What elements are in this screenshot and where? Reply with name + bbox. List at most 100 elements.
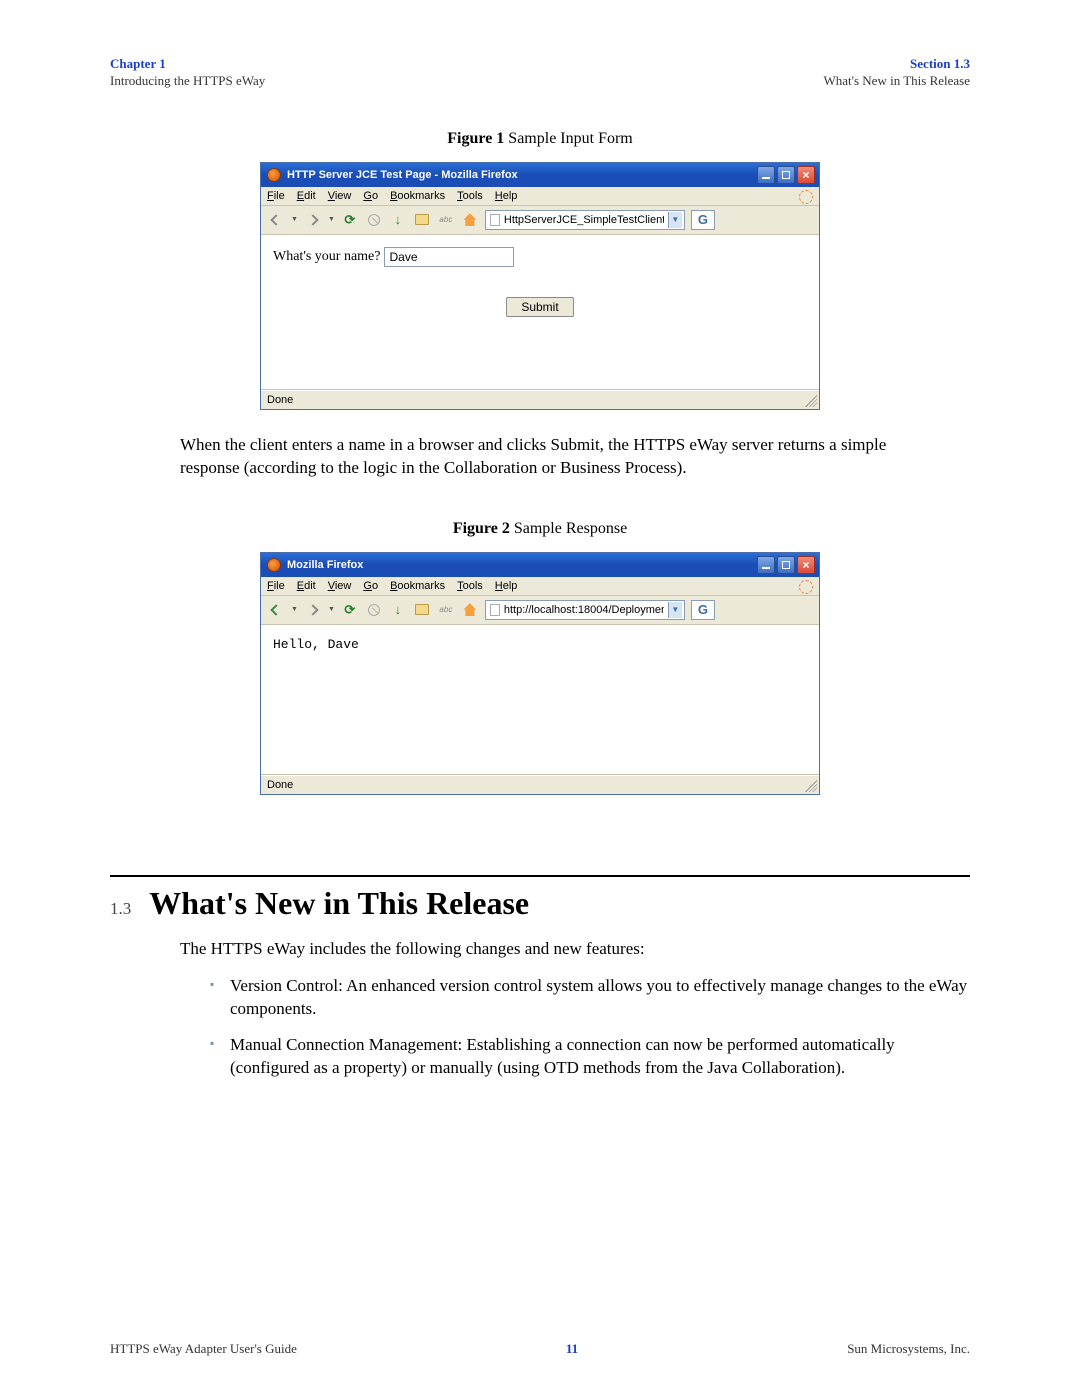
- back-button[interactable]: [267, 211, 285, 229]
- section-subtitle: What's New in This Release: [823, 73, 970, 90]
- toolbar-2: ▼ ▼ ⟳ ↓ abc http://localhost:18004/Deplo…: [261, 596, 819, 625]
- spellcheck-button[interactable]: abc: [437, 601, 455, 619]
- resize-grip-icon[interactable]: [805, 395, 817, 407]
- firefox-icon: [267, 168, 281, 182]
- chapter-label: Chapter 1: [110, 56, 265, 73]
- firefox-window-2: Mozilla Firefox × File Edit View Go Book…: [260, 552, 820, 795]
- figure1-caption-bold: Figure 1: [447, 130, 504, 147]
- stop-button[interactable]: [365, 211, 383, 229]
- menu-bookmarks[interactable]: Bookmarks: [390, 190, 445, 202]
- downloads-button[interactable]: ↓: [389, 211, 407, 229]
- minimize-button[interactable]: [757, 556, 775, 574]
- section-label: Section 1.3: [823, 56, 970, 73]
- maximize-button[interactable]: [777, 166, 795, 184]
- menu-help[interactable]: Help: [495, 580, 518, 592]
- chapter-subtitle: Introducing the HTTPS eWay: [110, 73, 265, 90]
- titlebar[interactable]: HTTP Server JCE Test Page - Mozilla Fire…: [261, 163, 819, 187]
- menu-go[interactable]: Go: [363, 580, 378, 592]
- forward-button[interactable]: [304, 211, 322, 229]
- menubar: File Edit View Go Bookmarks Tools Help: [261, 187, 819, 206]
- menu-help[interactable]: Help: [495, 190, 518, 202]
- reload-button[interactable]: ⟳: [341, 601, 359, 619]
- figure1-caption: Figure 1 Sample Input Form: [110, 130, 970, 148]
- toolbar: ▼ ▼ ⟳ ↓ abc HttpServerJCE_SimpleTestClie…: [261, 206, 819, 235]
- address-bar[interactable]: HttpServerJCE_SimpleTestClient.htm ▼: [485, 210, 685, 230]
- status-text-2: Done: [267, 779, 293, 791]
- menu-file[interactable]: File: [267, 580, 285, 592]
- bullet-2: Manual Connection Management: Establishi…: [210, 1034, 970, 1080]
- status-text: Done: [267, 394, 293, 406]
- reload-button[interactable]: ⟳: [341, 211, 359, 229]
- throbber-icon: [799, 580, 813, 594]
- section-rule: [110, 875, 970, 877]
- submit-button[interactable]: Submit: [506, 297, 573, 317]
- menu-edit[interactable]: Edit: [297, 190, 316, 202]
- page-header: Chapter 1 Introducing the HTTPS eWay Sec…: [110, 56, 970, 90]
- stop-button[interactable]: [365, 601, 383, 619]
- firefox-icon: [267, 558, 281, 572]
- bookmarks-button[interactable]: [413, 211, 431, 229]
- bookmarks-button[interactable]: [413, 601, 431, 619]
- menubar-2: File Edit View Go Bookmarks Tools Help: [261, 577, 819, 596]
- home-button[interactable]: [461, 601, 479, 619]
- footer-right: Sun Microsystems, Inc.: [847, 1341, 970, 1357]
- back-button[interactable]: [267, 601, 285, 619]
- close-button[interactable]: ×: [797, 556, 815, 574]
- menu-file[interactable]: File: [267, 190, 285, 202]
- forward-dropdown[interactable]: ▼: [328, 606, 335, 613]
- form-label: What's your name?: [273, 249, 380, 265]
- minimize-button[interactable]: [757, 166, 775, 184]
- back-dropdown[interactable]: ▼: [291, 216, 298, 223]
- address-bar-2[interactable]: http://localhost:18004/Deployment1 ▼: [485, 600, 685, 620]
- downloads-button[interactable]: ↓: [389, 601, 407, 619]
- menu-edit[interactable]: Edit: [297, 580, 316, 592]
- menu-go[interactable]: Go: [363, 190, 378, 202]
- address-text: HttpServerJCE_SimpleTestClient.htm: [504, 214, 664, 226]
- maximize-button[interactable]: [777, 556, 795, 574]
- back-dropdown[interactable]: ▼: [291, 606, 298, 613]
- status-bar-2: Done: [261, 775, 819, 794]
- bullet-1: Version Control: An enhanced version con…: [210, 975, 970, 1021]
- resize-grip-icon[interactable]: [805, 780, 817, 792]
- search-box[interactable]: G: [691, 210, 715, 230]
- page-number: 11: [566, 1341, 578, 1357]
- forward-button[interactable]: [304, 601, 322, 619]
- menu-tools[interactable]: Tools: [457, 580, 483, 592]
- address-text-2: http://localhost:18004/Deployment1: [504, 604, 664, 616]
- page-icon: [490, 604, 500, 616]
- body-paragraph: When the client enters a name in a brows…: [180, 434, 900, 480]
- response-text: Hello, Dave: [273, 637, 359, 652]
- firefox-window-1: HTTP Server JCE Test Page - Mozilla Fire…: [260, 162, 820, 410]
- titlebar-2[interactable]: Mozilla Firefox ×: [261, 553, 819, 577]
- forward-dropdown[interactable]: ▼: [328, 216, 335, 223]
- address-dropdown[interactable]: ▼: [668, 602, 682, 618]
- search-engine-icon: G: [698, 212, 708, 227]
- window-title: HTTP Server JCE Test Page - Mozilla Fire…: [287, 169, 518, 181]
- menu-view[interactable]: View: [328, 580, 352, 592]
- search-box[interactable]: G: [691, 600, 715, 620]
- status-bar: Done: [261, 390, 819, 409]
- figure1-caption-text: Sample Input Form: [504, 130, 632, 147]
- search-engine-icon: G: [698, 602, 708, 617]
- menu-bookmarks[interactable]: Bookmarks: [390, 580, 445, 592]
- section-number: 1.3: [110, 899, 131, 919]
- figure2-caption-text: Sample Response: [510, 520, 627, 537]
- throbber-icon: [799, 190, 813, 204]
- menu-view[interactable]: View: [328, 190, 352, 202]
- figure2-caption-bold: Figure 2: [453, 520, 510, 537]
- page-content-2: Hello, Dave: [261, 625, 819, 775]
- window-title-2: Mozilla Firefox: [287, 559, 363, 571]
- close-button[interactable]: ×: [797, 166, 815, 184]
- page-icon: [490, 214, 500, 226]
- address-dropdown[interactable]: ▼: [668, 212, 682, 228]
- footer-left: HTTPS eWay Adapter User's Guide: [110, 1341, 297, 1357]
- section-title: What's New in This Release: [149, 885, 529, 922]
- home-button[interactable]: [461, 211, 479, 229]
- page-footer: HTTPS eWay Adapter User's Guide 11 Sun M…: [110, 1341, 970, 1357]
- spellcheck-button[interactable]: abc: [437, 211, 455, 229]
- page-content: What's your name? Submit: [261, 235, 819, 390]
- name-input[interactable]: [384, 247, 514, 267]
- section-intro: The HTTPS eWay includes the following ch…: [180, 938, 970, 961]
- figure2-caption: Figure 2 Sample Response: [110, 520, 970, 538]
- menu-tools[interactable]: Tools: [457, 190, 483, 202]
